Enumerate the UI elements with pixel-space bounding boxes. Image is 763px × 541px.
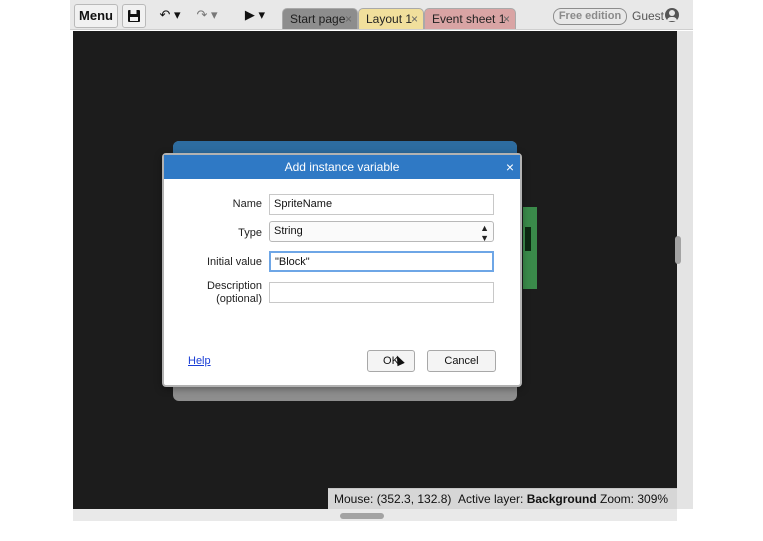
description-input[interactable] <box>269 282 494 303</box>
horizontal-scrollbar-thumb[interactable] <box>340 513 384 519</box>
add-instance-variable-dialog: Add instance variable × Name SpriteName … <box>162 153 522 387</box>
help-link[interactable]: Help <box>188 355 211 367</box>
tab-close-icon[interactable]: × <box>411 9 418 29</box>
status-bar: Mouse: (352.3, 132.8) Active layer: Back… <box>328 488 677 509</box>
tab-close-icon[interactable]: × <box>345 9 352 29</box>
vertical-scrollbar-thumb[interactable] <box>675 236 681 264</box>
type-label: Type <box>238 227 262 239</box>
vertical-scrollbar[interactable] <box>677 31 693 509</box>
tab-label: Layout 1 <box>366 12 413 26</box>
type-selected-value: String <box>274 225 303 237</box>
tab-label: Start page <box>290 12 346 26</box>
green-sprite-object[interactable] <box>523 207 537 289</box>
free-edition-badge[interactable]: Free edition <box>553 8 627 25</box>
description-label: Description (optional) <box>206 280 262 305</box>
dialog-title-bar: Add instance variable × <box>164 155 520 179</box>
redo-button[interactable]: ↷ ▾ <box>190 4 224 28</box>
tab-layout-1[interactable]: Layout 1 × <box>358 8 424 29</box>
tab-start-page[interactable]: Start page × <box>282 8 358 29</box>
user-label[interactable]: Guest <box>632 9 664 23</box>
dialog-title: Add instance variable <box>284 160 400 174</box>
user-avatar-icon[interactable] <box>665 8 679 22</box>
tab-event-sheet-1[interactable]: Event sheet 1 × <box>424 8 516 29</box>
mouse-position-readout: Mouse: (352.3, 132.8) <box>334 492 452 506</box>
active-layer-readout: Active layer: Background <box>458 492 597 506</box>
name-label: Name <box>232 198 262 210</box>
preview-play-button[interactable]: ▶ ▾ <box>238 4 272 28</box>
ok-button[interactable]: OK <box>367 350 415 372</box>
floppy-disk-icon <box>128 10 140 22</box>
type-select[interactable]: String ▲ ▼ <box>269 221 494 243</box>
select-arrows-icon: ▲ ▼ <box>480 223 489 243</box>
menu-button[interactable]: Menu <box>74 4 118 28</box>
name-input[interactable]: SpriteName <box>269 194 494 215</box>
initial-value-input[interactable]: "Block" <box>269 251 494 272</box>
undo-button[interactable]: ↶ ▾ <box>154 4 186 28</box>
tab-close-icon[interactable]: × <box>503 9 510 29</box>
main-toolbar: Menu ↶ ▾ ↷ ▾ ▶ ▾ Start page × Layout 1 ×… <box>70 0 693 30</box>
save-button[interactable] <box>122 4 146 28</box>
initial-value-label: Initial value <box>206 256 262 268</box>
construct-editor: Menu ↶ ▾ ↷ ▾ ▶ ▾ Start page × Layout 1 ×… <box>70 0 693 541</box>
tab-label: Event sheet 1 <box>432 12 506 26</box>
zoom-readout: Zoom: 309% <box>600 492 669 506</box>
cancel-button[interactable]: Cancel <box>427 350 496 372</box>
close-icon[interactable]: × <box>506 155 514 179</box>
